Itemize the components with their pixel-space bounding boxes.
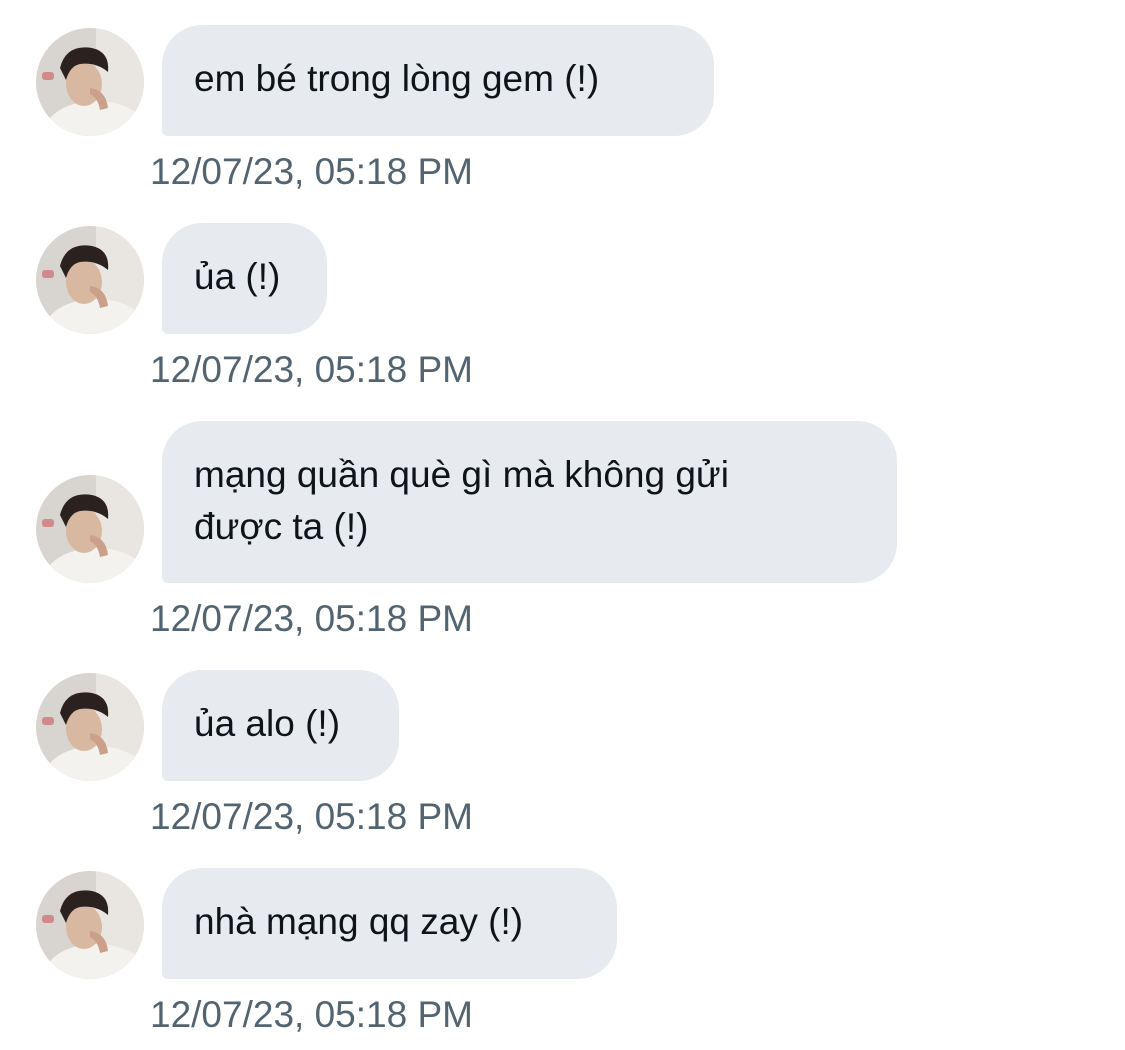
- message-timestamp: 12/07/23, 05:18 PM: [150, 796, 473, 837]
- message-bubble[interactable]: nhà mạng qq zay (!): [162, 868, 617, 979]
- user-avatar-icon[interactable]: [36, 28, 144, 136]
- user-avatar-icon[interactable]: [36, 226, 144, 334]
- message-bubble[interactable]: em bé trong lòng gem (!): [162, 25, 714, 136]
- message-timestamp: 12/07/23, 05:18 PM: [150, 151, 473, 192]
- message-bubble[interactable]: ủa (!): [162, 223, 327, 334]
- message-bubble[interactable]: mạng quần què gì mà không gửi được ta (!…: [162, 421, 897, 583]
- message-bubble[interactable]: ủa alo (!): [162, 670, 399, 781]
- message-timestamp: 12/07/23, 05:18 PM: [150, 994, 473, 1035]
- message-timestamp: 12/07/23, 05:18 PM: [150, 598, 473, 639]
- message-timestamp: 12/07/23, 05:18 PM: [150, 349, 473, 390]
- user-avatar-icon[interactable]: [36, 475, 144, 583]
- user-avatar-icon[interactable]: [36, 673, 144, 781]
- user-avatar-icon[interactable]: [36, 871, 144, 979]
